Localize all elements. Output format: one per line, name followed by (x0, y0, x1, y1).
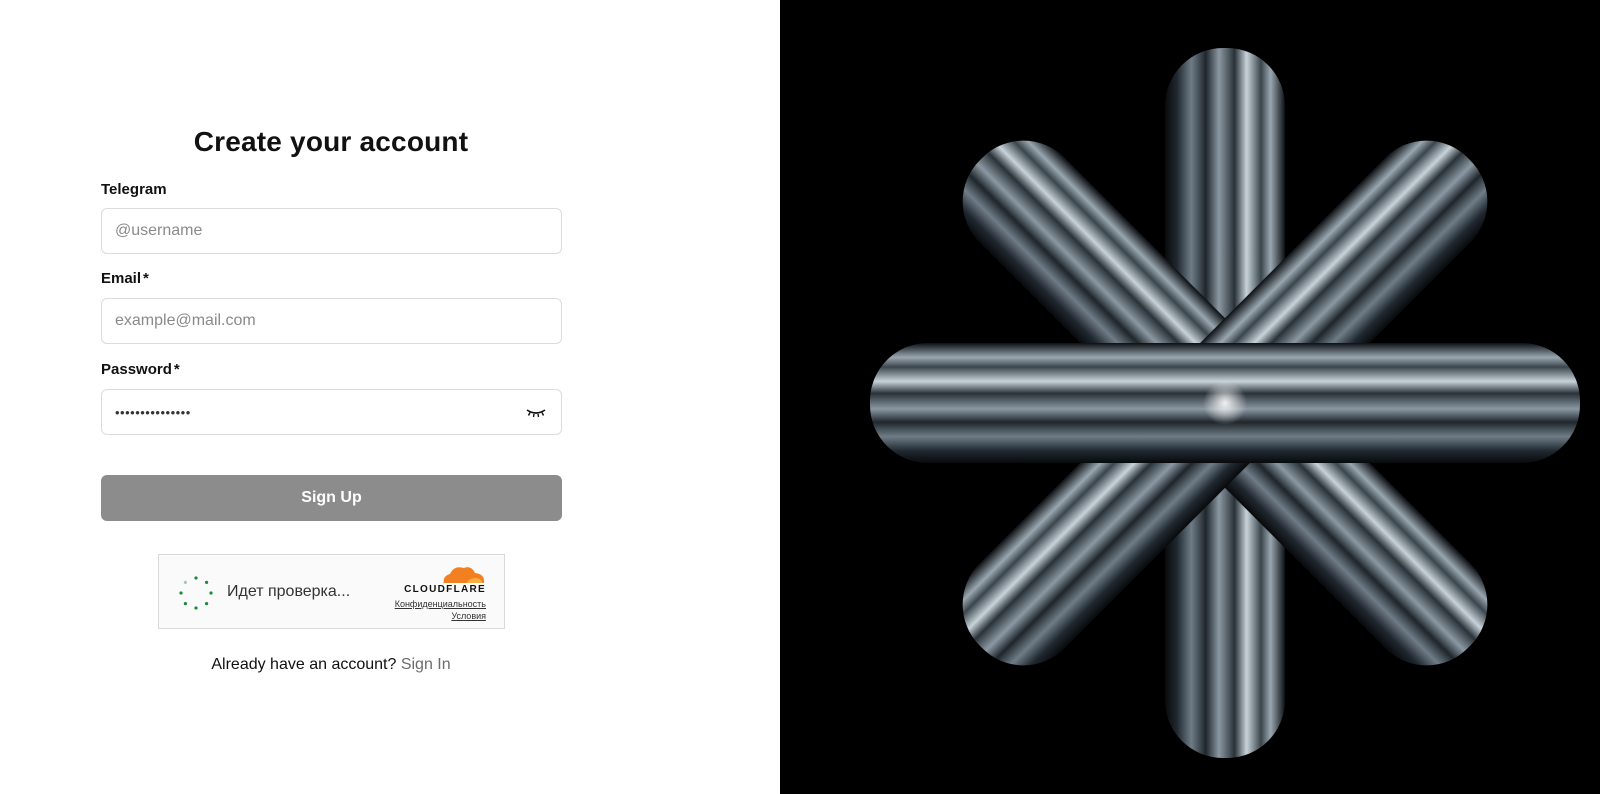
signin-prompt-text: Already have an account? (211, 656, 397, 673)
password-label-text: Password (101, 361, 172, 378)
password-input[interactable] (115, 390, 515, 434)
sign-in-link[interactable]: Sign In (401, 656, 451, 673)
hero-image-panel (780, 0, 1600, 794)
email-input[interactable] (115, 299, 515, 343)
signup-panel: Create your account Telegram Email* Pass… (0, 0, 780, 794)
email-label: Email * (101, 270, 149, 287)
metallic-asterisk-art (870, 48, 1580, 758)
telegram-label-text: Telegram (101, 181, 167, 198)
captcha-status-text: Идет проверка... (227, 583, 351, 600)
password-label: Password * (101, 361, 180, 378)
telegram-input[interactable] (115, 209, 515, 253)
telegram-field[interactable] (101, 208, 562, 254)
captcha-terms-link[interactable]: Условия (451, 611, 486, 621)
email-required-mark: * (143, 270, 149, 287)
page-title: Create your account (193, 126, 469, 157)
email-label-text: Email (101, 270, 142, 287)
captcha-privacy-link[interactable]: Конфиденциальность (395, 599, 486, 609)
eye-closed-icon[interactable] (525, 404, 547, 420)
signin-prompt: Already have an account? Sign In (100, 656, 562, 674)
cloudflare-brand: CLOUDFLARE (404, 584, 486, 595)
cloudflare-captcha-widget[interactable]: Идет проверка... CLOUDFLARE Конфиденциал… (158, 554, 505, 629)
password-required-mark: * (173, 361, 180, 378)
sign-up-button[interactable]: Sign Up (101, 475, 562, 521)
telegram-label: Telegram (101, 181, 167, 198)
loading-spinner-icon (179, 576, 213, 610)
email-field[interactable] (101, 298, 562, 344)
password-field[interactable] (101, 389, 562, 435)
